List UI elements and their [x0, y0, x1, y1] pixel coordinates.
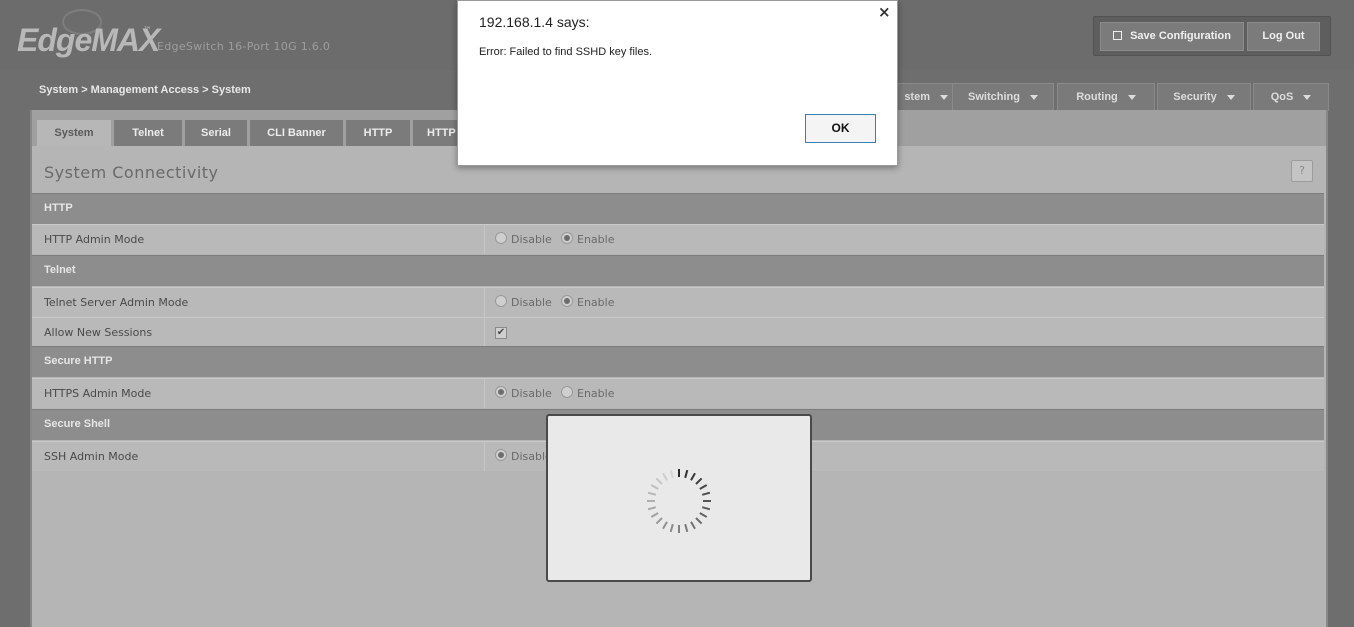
dialog-title: 192.168.1.4 says:	[479, 14, 590, 30]
close-icon[interactable]: ×	[878, 3, 891, 21]
nav-security-label: Security	[1173, 91, 1217, 103]
row-https-admin-mode: HTTPS Admin Mode Disable Enable	[32, 378, 1324, 408]
telnet-admin-mode-label: Telnet Server Admin Mode	[44, 296, 189, 309]
ok-button[interactable]: OK	[805, 114, 876, 143]
header-button-group: Save Configuration Log Out	[1093, 16, 1331, 56]
spinner-tick	[669, 523, 674, 533]
spinner-tick	[701, 506, 711, 511]
telnet-admin-enable-option[interactable]: Enable	[561, 295, 615, 309]
save-icon	[1113, 30, 1123, 40]
https-admin-disable-label: Disable	[511, 387, 552, 400]
tab-system[interactable]: System	[37, 120, 111, 146]
trademark-mark: ™	[143, 26, 152, 36]
chevron-down-icon	[1127, 94, 1136, 100]
spinner-tick	[699, 484, 708, 490]
https-admin-mode-options: Disable Enable	[484, 379, 614, 408]
spinner-tick	[650, 512, 659, 518]
http-admin-enable-label: Enable	[577, 233, 615, 246]
chevron-down-icon	[1029, 94, 1038, 100]
section-secure-http-label: Secure HTTP	[44, 355, 113, 367]
section-http-label: HTTP	[44, 202, 73, 214]
spinner-tick	[647, 506, 657, 511]
spinner-tick	[647, 491, 657, 496]
tab-serial[interactable]: Serial	[185, 120, 247, 146]
telnet-admin-mode-options: Disable Enable	[484, 288, 614, 317]
https-admin-enable-label: Enable	[577, 387, 615, 400]
alert-dialog: 192.168.1.4 says: × Error: Failed to fin…	[457, 0, 898, 166]
telnet-admin-disable-label: Disable	[511, 296, 552, 309]
nav-security[interactable]: Security	[1157, 83, 1251, 111]
section-secure-shell-label: Secure Shell	[44, 418, 111, 430]
allow-new-sessions-label: Allow New Sessions	[44, 326, 153, 339]
spinner-tick	[701, 491, 711, 496]
http-admin-enable-option[interactable]: Enable	[561, 232, 615, 246]
nav-routing-label: Routing	[1076, 91, 1118, 103]
ssh-admin-disable-option[interactable]: Disable	[495, 449, 552, 463]
section-http: HTTP	[32, 193, 1324, 224]
spinner-tick	[669, 469, 674, 479]
spinner-tick	[650, 484, 659, 490]
spinner-tick	[699, 512, 708, 518]
radio-icon	[495, 295, 507, 307]
spinner-tick	[662, 521, 668, 530]
spinner-tick	[655, 517, 663, 525]
dialog-message: Error: Failed to find SSHD key files.	[479, 46, 653, 58]
telnet-admin-enable-label: Enable	[577, 296, 615, 309]
radio-selected-icon	[495, 449, 507, 461]
chevron-down-icon	[940, 94, 948, 100]
radio-selected-icon	[495, 386, 507, 398]
nav-qos[interactable]: QoS	[1253, 83, 1329, 111]
edgemax-logo: EdgeMAX	[17, 22, 160, 58]
nav-qos-label: QoS	[1270, 91, 1294, 103]
spinner-tick	[662, 472, 668, 481]
loading-modal	[546, 414, 812, 582]
tab-telnet[interactable]: Telnet	[114, 120, 182, 146]
radio-selected-icon	[561, 232, 573, 244]
save-configuration-label: Save Configuration	[1130, 30, 1231, 42]
spinner-tick	[690, 521, 696, 530]
ssh-admin-mode-options: Disable	[484, 442, 552, 471]
log-out-button[interactable]: Log Out	[1247, 22, 1320, 51]
device-name: EdgeSwitch 16-Port 10G 1.6.0	[157, 40, 331, 53]
telnet-admin-disable-option[interactable]: Disable	[495, 295, 552, 309]
nav-routing[interactable]: Routing	[1057, 83, 1155, 111]
spinner-tick	[695, 477, 703, 485]
https-admin-disable-option[interactable]: Disable	[495, 386, 552, 400]
chevron-down-icon	[1226, 94, 1235, 100]
loading-spinner-icon	[647, 469, 711, 533]
chevron-down-icon	[1303, 94, 1312, 100]
tab-http[interactable]: HTTP	[346, 120, 410, 146]
http-admin-disable-label: Disable	[511, 233, 552, 246]
ssh-admin-mode-label: SSH Admin Mode	[44, 450, 139, 463]
http-admin-mode-label: HTTP Admin Mode	[44, 233, 145, 246]
allow-new-sessions-checkbox[interactable]: ✔	[495, 327, 507, 339]
nav-switching[interactable]: Switching	[952, 83, 1054, 111]
save-configuration-button[interactable]: Save Configuration	[1100, 22, 1244, 51]
help-button[interactable]: ?	[1291, 160, 1313, 182]
https-admin-enable-option[interactable]: Enable	[561, 386, 615, 400]
spinner-tick	[684, 469, 689, 479]
row-http-admin-mode: HTTP Admin Mode Disable Enable	[32, 224, 1324, 254]
https-admin-mode-label: HTTPS Admin Mode	[44, 387, 152, 400]
breadcrumb: System > Management Access > System	[39, 84, 251, 96]
allow-new-sessions-value: ✔	[484, 318, 507, 347]
nav-system-label: stem	[904, 91, 930, 103]
radio-selected-icon	[561, 295, 573, 307]
radio-icon	[561, 386, 573, 398]
http-admin-mode-options: Disable Enable	[484, 225, 614, 254]
tab-cli-banner[interactable]: CLI Banner	[250, 120, 343, 146]
spinner-tick	[690, 472, 696, 481]
section-secure-http: Secure HTTP	[32, 346, 1324, 377]
section-telnet-label: Telnet	[44, 264, 76, 276]
http-admin-disable-option[interactable]: Disable	[495, 232, 552, 246]
spinner-tick	[655, 477, 663, 485]
row-allow-new-sessions: Allow New Sessions ✔	[32, 317, 1324, 347]
page-title: System Connectivity	[44, 163, 219, 182]
section-telnet: Telnet	[32, 255, 1324, 286]
radio-icon	[495, 232, 507, 244]
spinner-tick	[684, 523, 689, 533]
spinner-tick	[695, 517, 703, 525]
nav-switching-label: Switching	[968, 91, 1020, 103]
row-telnet-admin-mode: Telnet Server Admin Mode Disable Enable	[32, 287, 1324, 317]
